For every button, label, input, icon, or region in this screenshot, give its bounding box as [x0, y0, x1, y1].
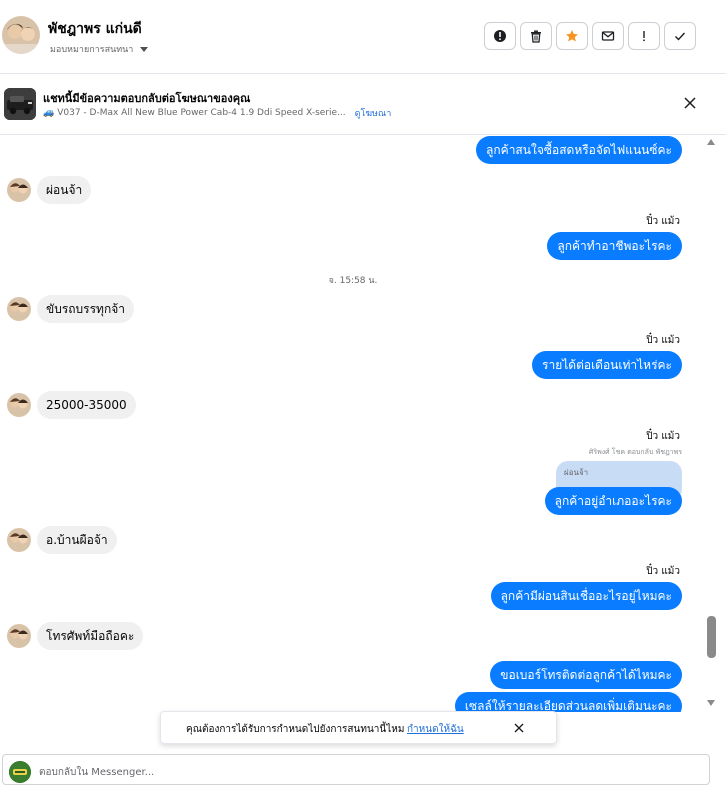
- outgoing-message[interactable]: รายได้ต่อเดือนเท่าไหร่คะ: [532, 351, 682, 379]
- quoted-text: ผ่อนจ้า: [564, 468, 589, 477]
- outgoing-message[interactable]: ลูกค้าอยู่อำเภออะไรคะ: [544, 487, 682, 515]
- sender-name: ปิ๋ว แม้ว: [646, 566, 680, 577]
- incoming-message[interactable]: อ.บ้านผือจ้า: [37, 526, 117, 554]
- scrollbar-thumb[interactable]: [707, 616, 716, 658]
- close-icon[interactable]: [682, 95, 698, 111]
- outgoing-message[interactable]: เซลล์ให้รายละเอียดส่วนลดเพิ่มเติมนะคะ: [454, 692, 682, 712]
- ad-context-bar: แชทนี้มีข้อความตอบกลับต่อโฆษณาของคุณ 🚙 V…: [0, 75, 726, 135]
- trash-icon: [531, 30, 541, 43]
- assign-reminder-text: คุณต้องการได้รับการกำหนดไปยังการสนทนานี้…: [186, 724, 405, 735]
- ad-name: V037 - D-Max All New Blue Power Cab-4 1.…: [57, 108, 346, 118]
- exclamation-icon: [643, 31, 645, 42]
- conversation-header: พัชฎาพร แก่นดี มอบหมายการสนทนา: [0, 0, 726, 74]
- contact-avatar[interactable]: [2, 16, 40, 54]
- assign-reminder-banner: คุณต้องการได้รับการกำหนดไปยังการสนทนานี้…: [160, 711, 557, 744]
- incoming-message-row: โทรศัพท์มือถือคะ: [0, 622, 706, 650]
- timestamp: จ. 15:58 น.: [328, 276, 378, 286]
- reply-context: ศิริพงศ์ โชค ตอบกลับ พัชฎาพร: [588, 448, 682, 456]
- incoming-message[interactable]: โทรศัพท์มือถือคะ: [37, 622, 144, 650]
- ad-details: 🚙 V037 - D-Max All New Blue Power Cab-4 …: [43, 106, 391, 120]
- outgoing-message[interactable]: ลูกค้าทำอาชีพอะไรคะ: [547, 232, 682, 260]
- incoming-message-row: อ.บ้านผือจ้า: [0, 526, 706, 554]
- car-icon: 🚙: [43, 108, 55, 118]
- view-ad-link[interactable]: ดูโฆษณา: [355, 106, 392, 120]
- delete-button[interactable]: [520, 22, 552, 50]
- sender-name: ปิ๋ว แม้ว: [646, 216, 680, 227]
- contact-avatar[interactable]: [7, 393, 31, 417]
- reply-placeholder: ตอบกลับใน Messenger...: [39, 767, 155, 778]
- outgoing-message[interactable]: ลูกค้าสนใจซื้อสดหรือจัดไฟแนนซ์คะ: [476, 136, 682, 164]
- ad-reply-notice: แชทนี้มีข้อความตอบกลับต่อโฆษณาของคุณ: [43, 92, 251, 105]
- scroll-up-arrow-icon[interactable]: [707, 139, 715, 145]
- outgoing-message[interactable]: ลูกค้ามีผ่อนสินเชื่ออะไรอยู่ไหมคะ: [490, 582, 682, 610]
- scroll-down-arrow-icon[interactable]: [707, 700, 715, 706]
- caret-down-icon: [140, 46, 149, 52]
- message-thread: ลูกค้าสนใจซื้อสดหรือจัดไฟแนนซ์คะ ผ่อนจ้า…: [0, 136, 706, 712]
- assign-conversation-dropdown[interactable]: มอบหมายการสนทนา: [50, 42, 149, 56]
- contact-avatar[interactable]: [7, 178, 31, 202]
- sender-name: ปิ๋ว แม้ว: [646, 431, 680, 442]
- mark-done-button[interactable]: [664, 22, 696, 50]
- star-button[interactable]: [556, 22, 588, 50]
- conversation-panel: พัชฎาพร แก่นดี มอบหมายการสนทนา แชทนี้มีข…: [0, 0, 726, 785]
- follow-up-button[interactable]: [628, 22, 660, 50]
- ad-thumbnail[interactable]: [4, 88, 36, 120]
- star-icon: [566, 30, 578, 42]
- page-avatar: [9, 761, 31, 783]
- outgoing-message[interactable]: ขอเบอร์โทรติดต่อลูกค้าได้ไหมคะ: [490, 661, 682, 689]
- incoming-message-row: ขับรถบรรทุกจ้า: [0, 295, 706, 323]
- check-icon: [675, 32, 686, 41]
- reply-input[interactable]: ตอบกลับใน Messenger...: [2, 754, 710, 785]
- incoming-message[interactable]: ผ่อนจ้า: [37, 176, 92, 204]
- envelope-icon: [601, 31, 615, 41]
- contact-avatar[interactable]: [7, 528, 31, 552]
- incoming-message-row: ผ่อนจ้า: [0, 176, 706, 204]
- assign-label: มอบหมายการสนทนา: [50, 45, 134, 55]
- mark-spam-button[interactable]: [484, 22, 516, 50]
- contact-avatar[interactable]: [7, 297, 31, 321]
- incoming-message[interactable]: ขับรถบรรทุกจ้า: [37, 295, 134, 323]
- sender-name: ปิ๋ว แม้ว: [646, 335, 680, 346]
- mark-unread-button[interactable]: [592, 22, 624, 50]
- contact-name[interactable]: พัชฎาพร แก่นดี: [48, 18, 142, 40]
- incoming-message[interactable]: 25000-35000: [37, 391, 136, 419]
- conversation-actions: [484, 22, 696, 50]
- close-icon[interactable]: [513, 722, 525, 734]
- incoming-message-row: 25000-35000: [0, 391, 706, 419]
- contact-avatar[interactable]: [7, 624, 31, 648]
- alert-circle-icon: [494, 30, 506, 42]
- assign-to-me-link[interactable]: กำหนดให้ฉัน: [407, 722, 464, 737]
